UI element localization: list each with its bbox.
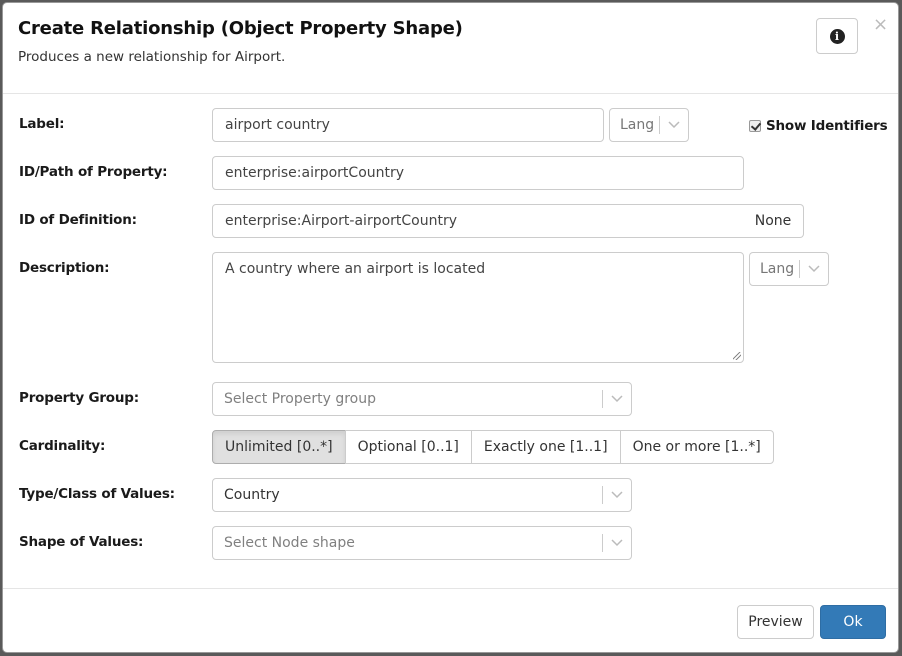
value-shape-placeholder: Select Node shape <box>224 535 355 551</box>
label-lang-select[interactable]: Lang <box>609 108 689 142</box>
value-type-select[interactable]: Country <box>212 478 632 512</box>
show-identifiers-checkbox[interactable] <box>749 120 761 132</box>
description-label: Description: <box>19 260 110 276</box>
chevron-down-icon <box>603 539 631 547</box>
value-shape-select[interactable]: Select Node shape <box>212 526 632 560</box>
description-lang-select[interactable]: Lang <box>749 252 829 286</box>
create-relationship-dialog: Create Relationship (Object Property Sha… <box>2 2 899 653</box>
cardinality-optional[interactable]: Optional [0..1] <box>344 430 472 464</box>
value-type-value: Country <box>224 487 280 503</box>
close-icon[interactable]: × <box>873 15 888 35</box>
property-group-placeholder: Select Property group <box>224 391 376 407</box>
info-circle-icon: i <box>829 28 845 44</box>
dialog-header: Create Relationship (Object Property Sha… <box>3 3 898 94</box>
dialog-subtitle: Produces a new relationship for Airport. <box>18 49 286 65</box>
cardinality-exactly-one[interactable]: Exactly one [1..1] <box>470 430 621 464</box>
description-text: A country where an airport is located <box>225 261 486 277</box>
cardinality-button-group: Unlimited [0..*] Optional [0..1] Exactly… <box>212 430 774 464</box>
label-field-label: Label: <box>19 116 65 132</box>
value-type-label: Type/Class of Values: <box>19 486 175 502</box>
value-shape-label: Shape of Values: <box>19 534 144 550</box>
label-input[interactable]: airport country <box>212 108 604 142</box>
definition-none-button[interactable]: None <box>743 204 804 238</box>
description-textarea[interactable]: A country where an airport is located <box>212 252 744 363</box>
cardinality-one-or-more[interactable]: One or more [1..*] <box>619 430 774 464</box>
property-group-label: Property Group: <box>19 390 139 406</box>
cardinality-unlimited[interactable]: Unlimited [0..*] <box>212 430 346 464</box>
ok-button[interactable]: Ok <box>820 605 886 639</box>
show-identifiers-toggle[interactable]: Show Identifiers <box>749 118 888 134</box>
chevron-down-icon <box>603 395 631 403</box>
dialog-title: Create Relationship (Object Property Sha… <box>18 18 463 39</box>
cardinality-label: Cardinality: <box>19 438 106 454</box>
definition-id-label: ID of Definition: <box>19 212 137 228</box>
resize-handle-icon[interactable] <box>733 352 741 360</box>
show-identifiers-label: Show Identifiers <box>766 118 888 134</box>
info-button[interactable]: i <box>816 18 858 54</box>
property-group-select[interactable]: Select Property group <box>212 382 632 416</box>
chevron-down-icon <box>800 265 828 273</box>
preview-button[interactable]: Preview <box>737 605 814 639</box>
definition-id-input[interactable]: enterprise:Airport-airportCountry <box>212 204 744 238</box>
property-path-input[interactable]: enterprise:airportCountry <box>212 156 744 190</box>
chevron-down-icon <box>603 491 631 499</box>
description-lang-placeholder: Lang <box>760 261 795 277</box>
property-path-label: ID/Path of Property: <box>19 164 168 180</box>
chevron-down-icon <box>660 121 688 129</box>
label-lang-placeholder: Lang <box>620 117 655 133</box>
